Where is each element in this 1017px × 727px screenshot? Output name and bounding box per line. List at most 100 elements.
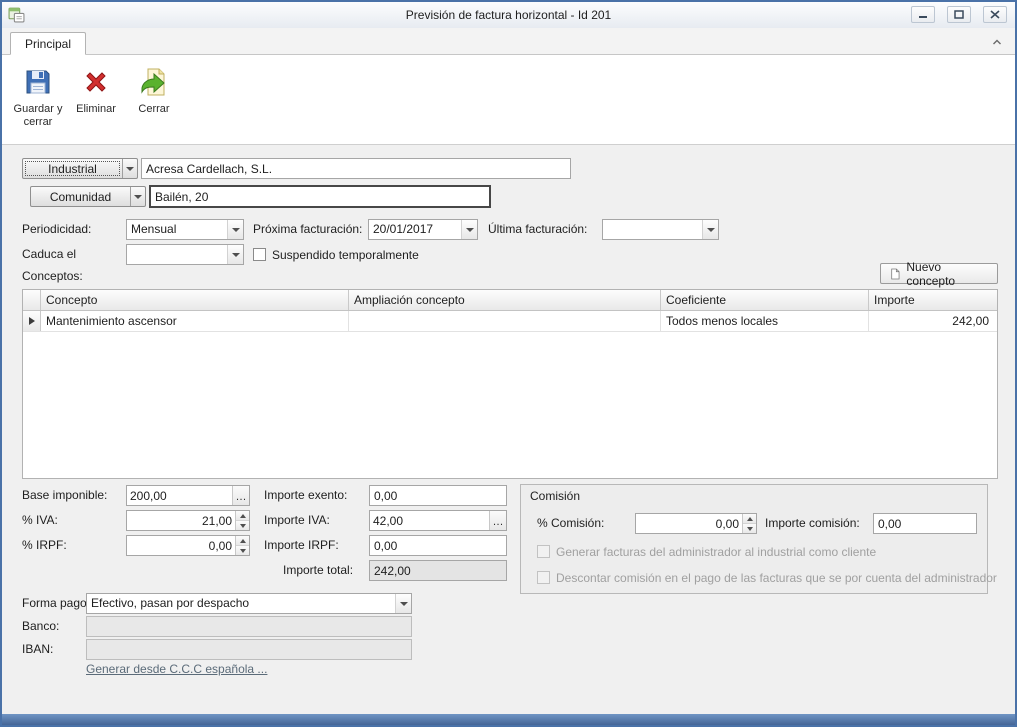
generar-facturas-checkbox: Generar facturas del administrador al in… xyxy=(537,541,876,562)
chevron-down-icon xyxy=(126,167,134,171)
conceptos-grid: Concepto Ampliación concepto Coeficiente… xyxy=(22,289,998,479)
base-imponible-ellipsis-button[interactable]: … xyxy=(232,486,249,505)
grid-header-row: Concepto Ampliación concepto Coeficiente… xyxy=(23,290,997,311)
importe-total-label: Importe total: xyxy=(283,560,353,581)
iva-pct-down-button[interactable] xyxy=(236,520,249,530)
ultima-facturacion-value xyxy=(603,220,702,239)
suspendido-checkbox[interactable]: Suspendido temporalmente xyxy=(253,244,419,265)
iva-pct-label: % IVA: xyxy=(22,510,58,531)
comunidad-input[interactable] xyxy=(149,185,491,208)
ribbon-collapse-button[interactable] xyxy=(989,35,1005,49)
checkbox-box-icon xyxy=(537,571,550,584)
caduca-el-dropdown-arrow[interactable] xyxy=(227,245,243,264)
grid-selector-header[interactable] xyxy=(23,290,41,310)
col-header-concepto[interactable]: Concepto xyxy=(41,290,349,310)
irpf-pct-spinner xyxy=(126,535,250,556)
comision-pct-input[interactable] xyxy=(636,514,742,533)
chevron-down-icon xyxy=(466,228,474,232)
forma-pago-combo[interactable]: Efectivo, pasan por despacho xyxy=(86,593,412,614)
spinner-up-icon xyxy=(240,539,246,543)
close-form-button[interactable]: Cerrar xyxy=(126,58,182,142)
cell-ampliacion[interactable] xyxy=(349,311,661,331)
close-button[interactable] xyxy=(983,6,1007,23)
descontar-comision-checkbox-label: Descontar comisión en el pago de las fac… xyxy=(556,571,997,585)
iva-pct-input[interactable] xyxy=(127,511,235,530)
irpf-pct-down-button[interactable] xyxy=(236,545,249,555)
col-header-ampliacion[interactable]: Ampliación concepto xyxy=(349,290,661,310)
caduca-el-value xyxy=(127,245,227,264)
proxima-facturacion-dropdown-arrow[interactable] xyxy=(461,220,477,239)
base-imponible-input[interactable] xyxy=(127,486,232,505)
form-content: Industrial Comunidad Periodicidad: Mensu… xyxy=(2,145,1015,714)
ultima-facturacion-dropdown-arrow[interactable] xyxy=(702,220,718,239)
col-header-coeficiente[interactable]: Coeficiente xyxy=(661,290,869,310)
col-header-importe[interactable]: Importe xyxy=(869,290,997,310)
importe-irpf-input[interactable] xyxy=(369,535,507,556)
industrial-button[interactable]: Industrial xyxy=(22,158,138,179)
comision-pct-spinner xyxy=(635,513,757,534)
cell-coeficiente[interactable]: Todos menos locales xyxy=(661,311,869,331)
exit-door-icon xyxy=(138,66,170,98)
periodicidad-value: Mensual xyxy=(127,220,227,239)
spinner-down-icon xyxy=(240,524,246,528)
comunidad-dropdown-arrow[interactable] xyxy=(130,187,145,206)
forma-pago-dropdown-arrow[interactable] xyxy=(395,594,411,613)
new-document-icon xyxy=(889,267,901,281)
periodicidad-dropdown-arrow[interactable] xyxy=(227,220,243,239)
row-arrow-icon xyxy=(29,317,35,325)
delete-button[interactable]: Eliminar xyxy=(68,58,124,142)
delete-label: Eliminar xyxy=(76,103,116,116)
irpf-pct-up-button[interactable] xyxy=(236,536,249,545)
iva-pct-spinner xyxy=(126,510,250,531)
minimize-button[interactable] xyxy=(911,6,935,23)
industrial-input[interactable] xyxy=(141,158,571,179)
close-form-label: Cerrar xyxy=(138,103,169,116)
spinner-up-icon xyxy=(240,514,246,518)
conceptos-section-label: Conceptos: xyxy=(22,266,83,287)
nuevo-concepto-label: Nuevo concepto xyxy=(906,260,989,288)
irpf-pct-input[interactable] xyxy=(127,536,235,555)
spinner-up-icon xyxy=(747,517,753,521)
proxima-facturacion-combo[interactable]: 20/01/2017 xyxy=(368,219,478,240)
irpf-pct-label: % IRPF: xyxy=(22,535,67,556)
iva-pct-up-button[interactable] xyxy=(236,511,249,520)
suspendido-checkbox-label: Suspendido temporalmente xyxy=(272,248,419,262)
save-and-close-button[interactable]: Guardar y cerrar xyxy=(10,58,66,142)
chevron-down-icon xyxy=(134,195,142,199)
iban-input xyxy=(86,639,412,660)
nuevo-concepto-button[interactable]: Nuevo concepto xyxy=(880,263,998,284)
industrial-dropdown-arrow[interactable] xyxy=(122,159,137,178)
importe-total-field xyxy=(369,560,507,581)
comision-pct-label: % Comisión: xyxy=(537,513,604,534)
comunidad-button-label: Comunidad xyxy=(31,187,130,206)
window-bottom-border xyxy=(2,714,1015,725)
comision-pct-down-button[interactable] xyxy=(743,523,756,533)
importe-exento-input[interactable] xyxy=(369,485,507,506)
importe-iva-field: … xyxy=(369,510,507,531)
chevron-down-icon xyxy=(232,228,240,232)
importe-iva-ellipsis-button[interactable]: … xyxy=(489,511,506,530)
generar-ccc-link[interactable]: Generar desde C.C.C española ... xyxy=(86,662,267,676)
proxima-facturacion-value: 20/01/2017 xyxy=(369,220,461,239)
comunidad-button[interactable]: Comunidad xyxy=(30,186,146,207)
generar-facturas-checkbox-label: Generar facturas del administrador al in… xyxy=(556,545,876,559)
comision-pct-up-button[interactable] xyxy=(743,514,756,523)
importe-comision-label: Importe comisión: xyxy=(765,513,860,534)
ultima-facturacion-combo[interactable] xyxy=(602,219,719,240)
maximize-button[interactable] xyxy=(947,6,971,23)
table-row[interactable]: Mantenimiento ascensor Todos menos local… xyxy=(23,311,997,332)
importe-iva-input[interactable] xyxy=(370,511,489,530)
ribbon-tabstrip: Principal xyxy=(2,28,1015,55)
importe-comision-input[interactable] xyxy=(873,513,977,534)
periodicidad-combo[interactable]: Mensual xyxy=(126,219,244,240)
chevron-down-icon xyxy=(232,253,240,257)
tab-principal[interactable]: Principal xyxy=(10,32,86,55)
cell-concepto[interactable]: Mantenimiento ascensor xyxy=(41,311,349,331)
row-selector-cell[interactable] xyxy=(23,311,41,331)
caduca-el-combo[interactable] xyxy=(126,244,244,265)
cell-importe[interactable]: 242,00 xyxy=(869,311,997,331)
window-title: Previsión de factura horizontal - Id 201 xyxy=(2,2,1015,28)
periodicidad-label: Periodicidad: xyxy=(22,219,91,240)
forma-pago-value: Efectivo, pasan por despacho xyxy=(87,594,395,613)
checkbox-box-icon xyxy=(253,248,266,261)
